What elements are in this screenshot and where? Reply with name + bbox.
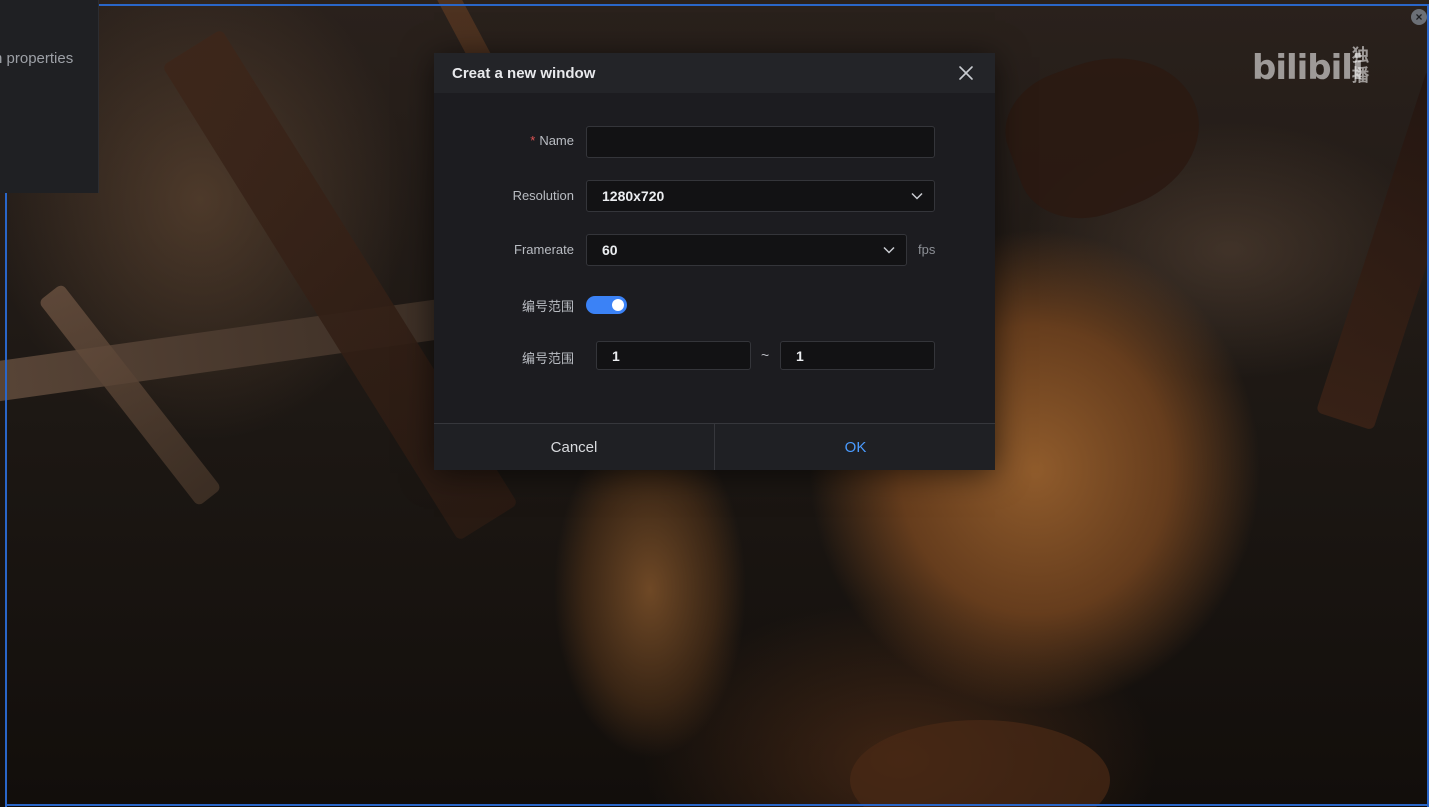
range-to-input[interactable] [781, 342, 934, 369]
name-label: * Name [434, 133, 574, 148]
chevron-down-icon [883, 246, 895, 254]
preview-frame-border [5, 804, 1429, 806]
range-from-input[interactable] [597, 342, 750, 369]
close-icon[interactable]: × [1411, 9, 1427, 25]
properties-panel: n properties [0, 0, 99, 193]
numbering-range-label: 编号范围 [521, 351, 574, 366]
screen: n properties × bilibili 独播 Creat a new w… [0, 0, 1429, 807]
range-from-field[interactable] [596, 341, 751, 370]
name-label-text: Name [539, 133, 574, 148]
preview-frame-border [98, 4, 1429, 6]
close-icon[interactable] [956, 63, 976, 83]
dialog-title: Creat a new window [452, 65, 596, 82]
cancel-button[interactable]: Cancel [434, 424, 715, 470]
framerate-label: Framerate [514, 242, 574, 257]
framerate-unit: fps [918, 242, 936, 257]
resolution-label: Resolution [512, 188, 574, 203]
framerate-value: 60 [602, 242, 618, 258]
numbering-toggle[interactable] [586, 296, 627, 314]
watermark-badge: 独播 [1352, 46, 1369, 85]
required-mark: * [530, 133, 536, 148]
framerate-select[interactable]: 60 [586, 234, 907, 266]
watermark-logo: bilibili [1252, 48, 1364, 88]
numbering-toggle-label: 编号范围 [521, 299, 574, 314]
toggle-knob [612, 299, 624, 311]
name-input[interactable] [587, 127, 934, 157]
ok-button[interactable]: OK [716, 424, 995, 470]
chevron-down-icon [911, 192, 923, 200]
properties-panel-title: n properties [0, 50, 74, 67]
dialog-header: Creat a new window [434, 53, 995, 93]
resolution-value: 1280x720 [602, 188, 665, 204]
resolution-select[interactable]: 1280x720 [586, 180, 935, 212]
name-field[interactable] [586, 126, 935, 158]
create-window-dialog: Creat a new window * Name Resolution 1280… [434, 53, 995, 470]
range-to-field[interactable] [780, 341, 935, 370]
range-separator: ~ [761, 347, 770, 363]
preview-frame-border [5, 193, 7, 807]
dialog-footer: Cancel OK [434, 423, 995, 470]
